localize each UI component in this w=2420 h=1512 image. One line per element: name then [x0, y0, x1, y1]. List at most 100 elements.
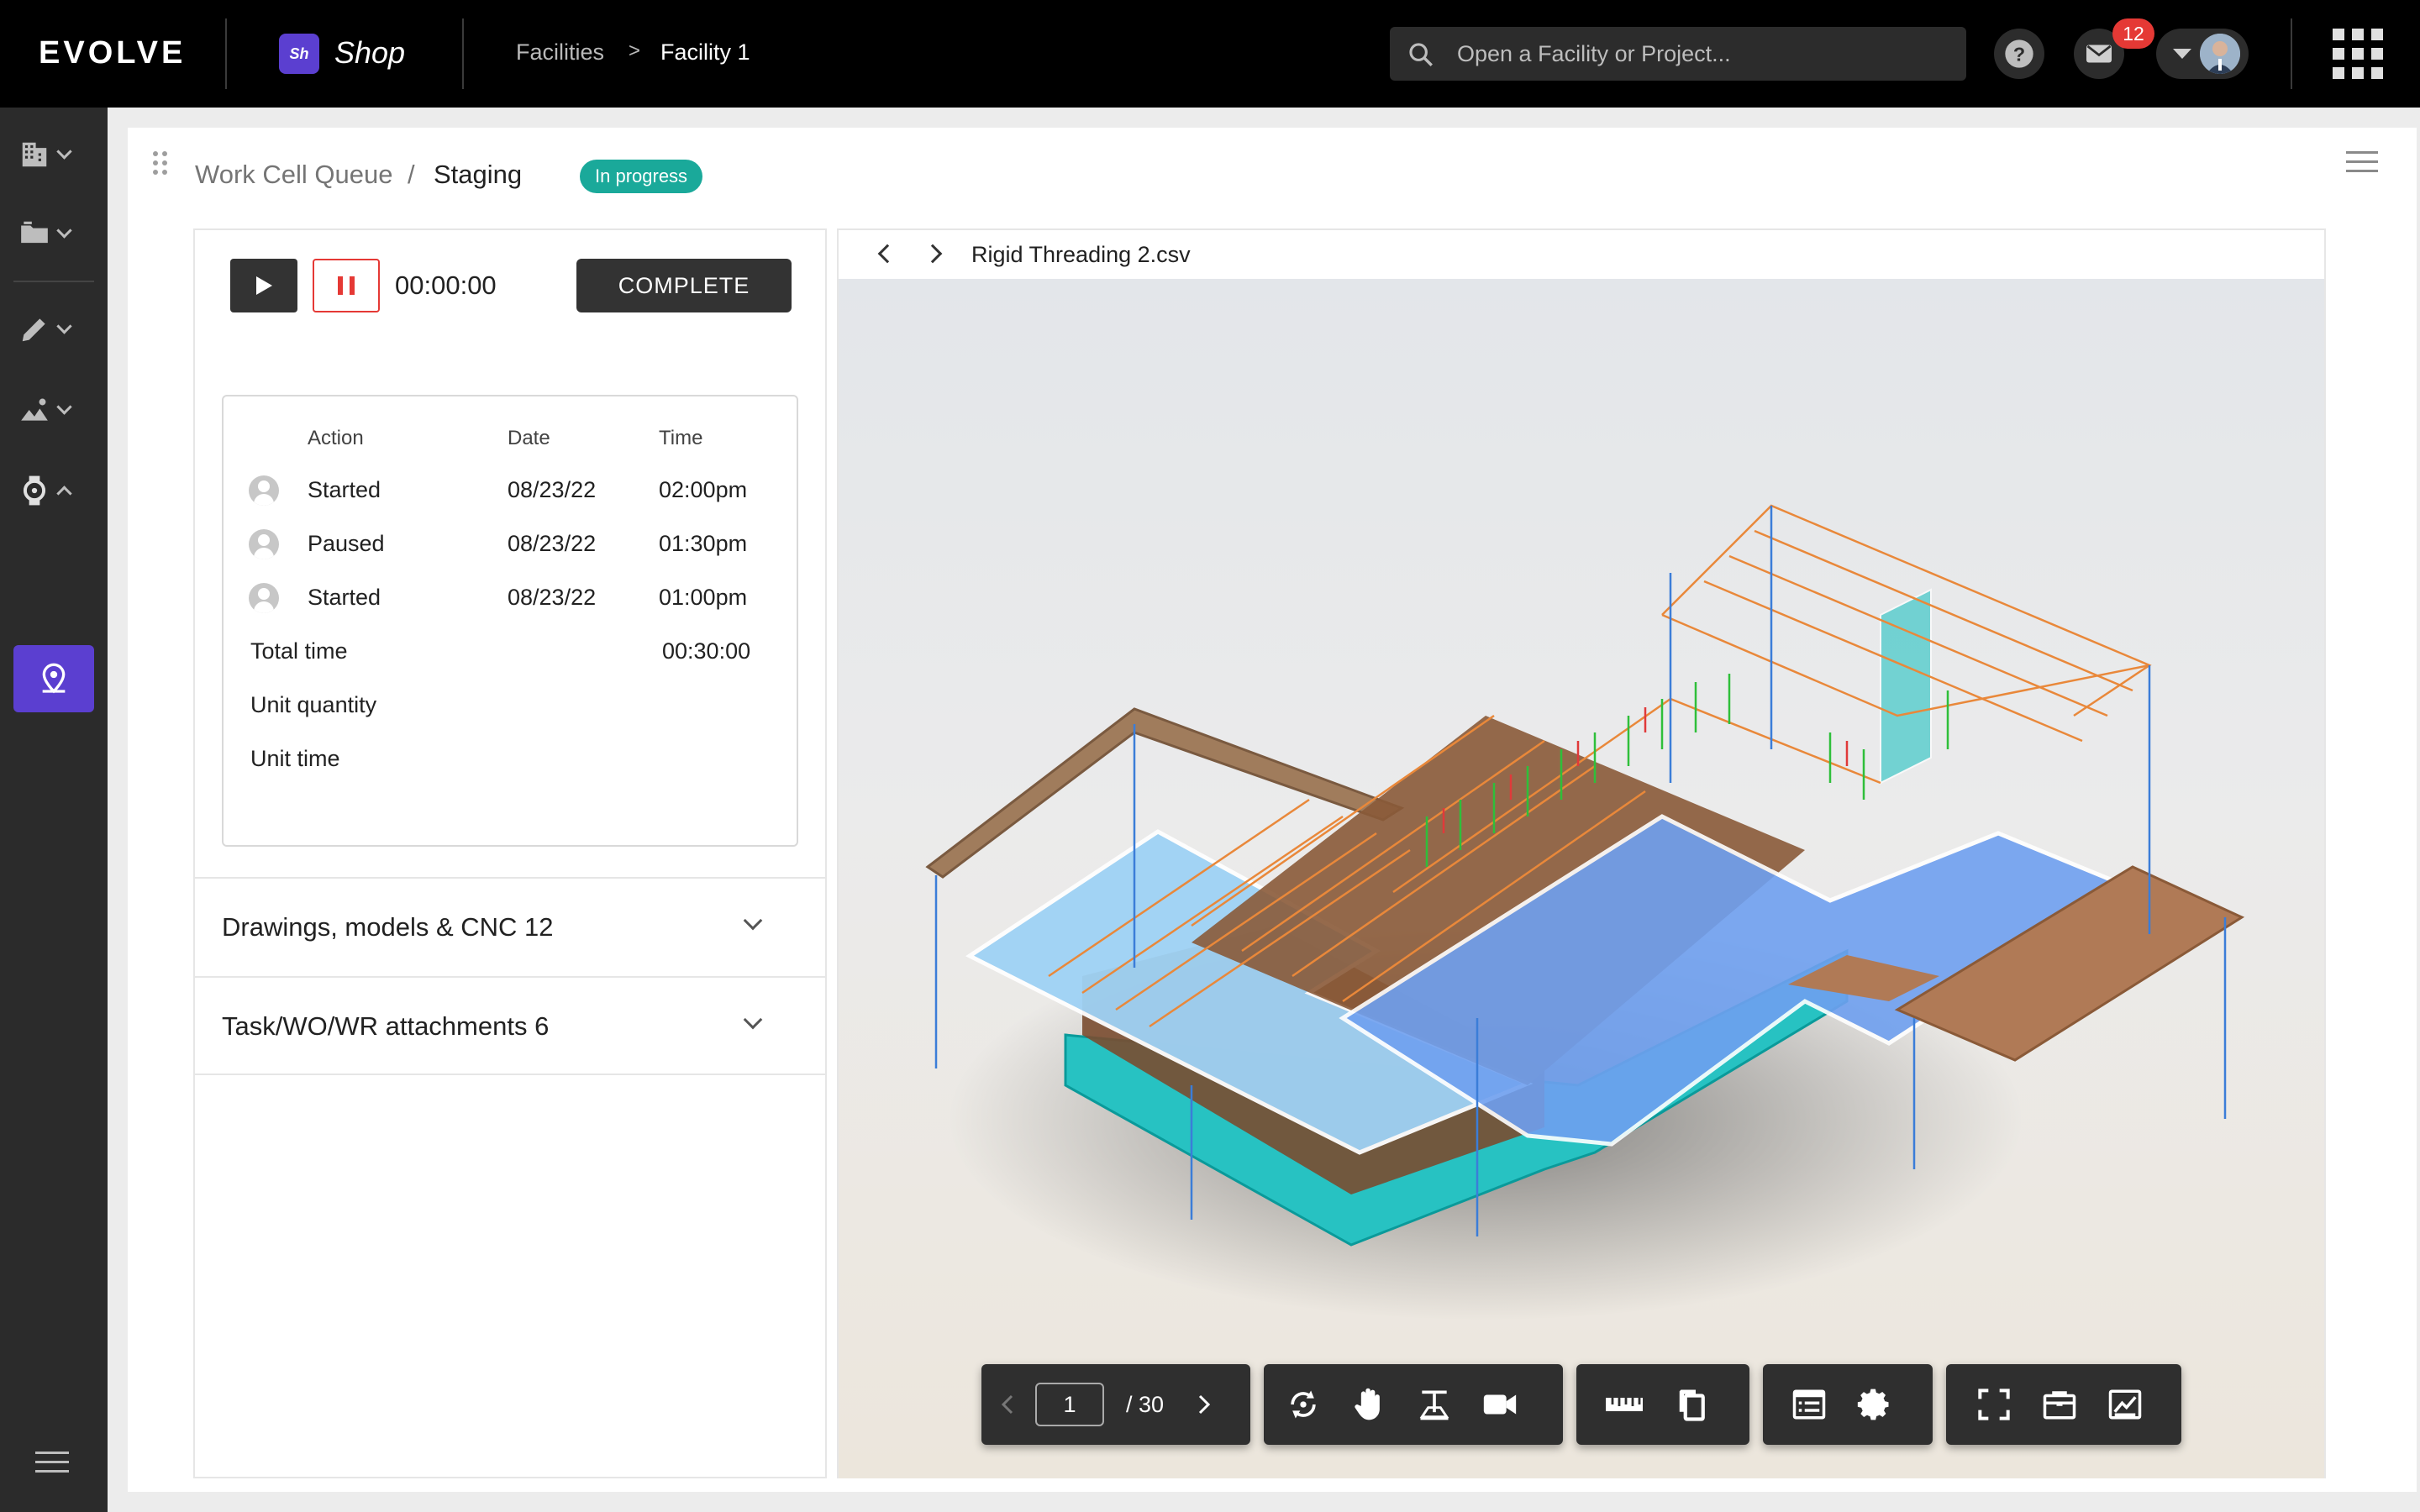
- complete-button[interactable]: COMPLETE: [576, 259, 792, 312]
- column-header-time: Time: [659, 427, 703, 449]
- camera-button[interactable]: [1467, 1364, 1533, 1445]
- search-icon: [1409, 43, 1433, 66]
- divider: [225, 18, 227, 89]
- breadcrumb-separator: /: [408, 160, 415, 189]
- play-icon: [256, 276, 272, 295]
- app-launcher-icon[interactable]: [2333, 29, 2383, 79]
- rail-facilities[interactable]: [18, 129, 89, 180]
- next-page-icon: [1198, 1394, 1211, 1415]
- unit-time-label: Unit time: [250, 746, 340, 771]
- chevron-down-icon: [56, 143, 72, 160]
- rail-divider: [13, 281, 94, 282]
- drag-handle-icon[interactable]: [153, 151, 167, 175]
- section-button[interactable]: [1402, 1364, 1467, 1445]
- pan-hand-icon: [1355, 1388, 1380, 1420]
- accordion-label: Task/WO/WR attachments 6: [222, 1011, 550, 1041]
- measure-button[interactable]: [1591, 1364, 1657, 1445]
- settings-button[interactable]: [1842, 1364, 1907, 1445]
- pencil-icon: [22, 318, 45, 342]
- rail-shop[interactable]: [18, 465, 89, 516]
- work-panel: 00:00:00 COMPLETE Action Date Time Start…: [193, 228, 827, 1478]
- notification-count-badge: 12: [2112, 18, 2154, 49]
- breadcrumb-separator: >: [629, 39, 641, 62]
- breadcrumb-facilities[interactable]: Facilities: [516, 39, 604, 66]
- log-date: 08/23/22: [508, 477, 597, 502]
- section-icon: [1419, 1390, 1449, 1420]
- folder-icon: [21, 221, 48, 244]
- camera-icon: [1483, 1394, 1517, 1415]
- rail-projects[interactable]: [18, 208, 89, 259]
- log-action: Paused: [308, 531, 385, 556]
- chevron-up-icon: [56, 485, 72, 501]
- shop-app-name[interactable]: Shop: [334, 35, 405, 71]
- breadcrumb-work-cell-queue[interactable]: Work Cell Queue: [195, 160, 392, 190]
- ruler-icon: [1606, 1398, 1643, 1411]
- divider: [462, 18, 464, 89]
- play-button[interactable]: [230, 259, 297, 312]
- orbit-button[interactable]: [1270, 1364, 1336, 1445]
- caret-down-icon: [2173, 49, 2191, 59]
- log-action: Started: [308, 585, 381, 610]
- pan-button[interactable]: [1336, 1364, 1402, 1445]
- pause-icon: [338, 276, 343, 295]
- prev-page-button[interactable]: [981, 1364, 1035, 1445]
- model-canvas[interactable]: [839, 279, 2324, 1478]
- accordion-drawings[interactable]: Drawings, models & CNC 12: [195, 877, 825, 976]
- explode-button[interactable]: [2092, 1364, 2158, 1445]
- model-browser-button[interactable]: [2027, 1364, 2092, 1445]
- measure-tools: [1576, 1364, 1749, 1445]
- rail-field[interactable]: [18, 385, 89, 435]
- shop-app-icon[interactable]: Sh: [279, 34, 319, 74]
- hamburger-menu-icon[interactable]: [2346, 151, 2378, 179]
- log-time: 01:30pm: [659, 531, 748, 556]
- user-icon: [249, 529, 279, 559]
- building-model[interactable]: [839, 279, 2324, 1478]
- page-number-input[interactable]: [1035, 1383, 1104, 1426]
- svg-text:?: ?: [2013, 43, 2025, 65]
- menu-icon[interactable]: [35, 1452, 69, 1479]
- rail-work-cell[interactable]: [13, 645, 94, 712]
- divider: [2291, 18, 2292, 89]
- next-page-button[interactable]: [1182, 1364, 1224, 1445]
- model-browser-icon: [2043, 1391, 2076, 1420]
- accordion-attachments[interactable]: Task/WO/WR attachments 6: [195, 976, 825, 1075]
- log-time: 01:00pm: [659, 585, 748, 610]
- pause-button[interactable]: [313, 259, 380, 312]
- chart-icon: [21, 398, 48, 421]
- properties-icon: [1792, 1389, 1826, 1420]
- next-file-icon[interactable]: [923, 244, 943, 264]
- help-icon: ?: [2005, 39, 2033, 68]
- total-time-label: Total time: [250, 638, 348, 664]
- page-total: / 30: [1126, 1391, 1165, 1417]
- page-title: Staging: [434, 160, 523, 189]
- watch-icon: [23, 475, 46, 506]
- file-name: Rigid Threading 2.csv: [971, 242, 1191, 267]
- properties-button[interactable]: [1776, 1364, 1842, 1445]
- model-viewer: Rigid Threading 2.csv 1 / 30: [837, 228, 2326, 1478]
- previous-file-icon[interactable]: [877, 244, 897, 264]
- search-input[interactable]: [1455, 35, 1943, 72]
- evolve-logo[interactable]: EVOLVE: [39, 35, 186, 71]
- search-box[interactable]: [1390, 27, 1966, 81]
- orbit-icon: [1291, 1390, 1316, 1419]
- fullscreen-icon: [1978, 1389, 2010, 1420]
- time-log: Action Date Time Started 08/23/22 02:00p…: [222, 395, 798, 847]
- column-header-date: Date: [508, 427, 550, 449]
- help-button[interactable]: ?: [1994, 29, 2044, 79]
- unit-quantity-label: Unit quantity: [250, 692, 377, 717]
- column-header-action: Action: [308, 427, 364, 449]
- user-icon: [249, 583, 279, 613]
- chevron-down-icon: [56, 318, 72, 334]
- avatar: [2200, 34, 2240, 74]
- fullscreen-button[interactable]: [1961, 1364, 2027, 1445]
- mail-icon: [2086, 45, 2112, 63]
- property-tools: [1763, 1364, 1933, 1445]
- accordion-label: Drawings, models & CNC 12: [222, 912, 554, 942]
- status-badge: In progress: [580, 160, 703, 193]
- profile-menu-button[interactable]: [2156, 29, 2249, 79]
- chevron-down-icon: [56, 222, 72, 239]
- copy-button[interactable]: [1657, 1364, 1723, 1445]
- rail-design[interactable]: [18, 304, 89, 354]
- breadcrumb-facility[interactable]: Facility 1: [660, 39, 750, 66]
- user-icon: [249, 475, 279, 506]
